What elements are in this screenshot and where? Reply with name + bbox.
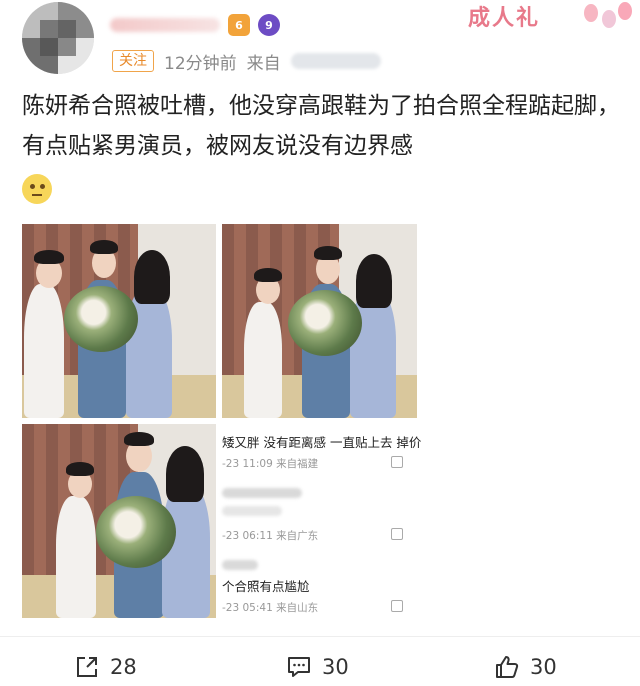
person-hair [166,446,204,502]
comment-text: 个合照有点尴尬 [222,579,310,594]
avatar-pixel [40,20,76,56]
comment-button[interactable]: 30 [286,648,349,686]
comment-count: 30 [322,655,349,679]
post-source-label: 来自 [246,53,281,74]
post-photo-1[interactable] [22,224,216,418]
repost-count: 28 [110,655,137,679]
comment-text: 矮又胖 没有距离感 一直贴上去 掉价 [222,435,422,450]
action-bar: 28 30 30 [0,648,640,686]
flower-bouquet [64,286,138,352]
comment-blurred-text [222,506,282,516]
username-blurred [110,18,220,32]
like-count: 30 [530,655,557,679]
repost-button[interactable]: 28 [74,648,137,686]
person-figure [244,302,282,418]
reply-icon [391,528,403,540]
vip-level-badge: 6 [228,14,250,36]
thumbs-up-icon [496,656,519,678]
repost-icon [77,657,97,677]
username-row[interactable]: 6 9 [110,12,280,38]
reply-icon [391,456,403,468]
gift-decoration: 成人礼 [456,0,640,40]
divider [0,636,640,637]
person-hair [90,240,118,254]
balloon-icon [618,2,632,20]
reply-icon [391,600,403,612]
flower-bouquet [288,290,362,356]
post-meta: 关注 12分钟前 来自 [112,48,381,74]
post-photo-2[interactable] [222,224,417,418]
person-cap [34,250,64,264]
balloon-icon [602,10,616,28]
comment-meta: -23 06:11 来自广东 [222,530,319,542]
person-figure [56,496,96,618]
post-source-blurred [290,53,381,69]
flower-bouquet [96,496,176,568]
person-cap [254,268,282,282]
person-cap [66,462,94,476]
follow-button[interactable]: 关注 [112,50,154,72]
person-hair [356,254,392,308]
comment-meta: -23 11:09 来自福建 [222,458,319,470]
person-figure [24,284,64,418]
balloon-icon [584,4,598,22]
post-body: 陈妍希合照被吐槽，他没穿高跟鞋为了拍合照全程踮起脚，有点贴紧男演员，被网友说没有… [22,93,620,159]
comment-meta: -23 05:41 来自山东 [222,602,319,614]
post-text: 陈妍希合照被吐槽，他没穿高跟鞋为了拍合照全程踮起脚，有点贴紧男演员，被网友说没有… [22,86,622,206]
post-photo-3[interactable] [22,424,216,618]
person-hair [134,250,170,304]
like-button[interactable]: 30 [494,648,557,686]
comment-blurred-user [222,488,302,498]
person-hair [314,246,342,260]
post-photo-4-comments-screenshot[interactable]: 矮又胖 没有距离感 一直贴上去 掉价 -23 11:09 来自福建 -23 06… [222,424,421,618]
comment-icon [288,657,310,677]
thinking-face-icon [22,173,52,204]
post-time: 12分钟前 [164,53,237,74]
avatar[interactable] [22,2,94,74]
comment-blurred-user [222,560,258,570]
fan-badge: 9 [258,14,280,36]
gift-text: 成人礼 [468,5,541,31]
person-hair [124,432,154,446]
